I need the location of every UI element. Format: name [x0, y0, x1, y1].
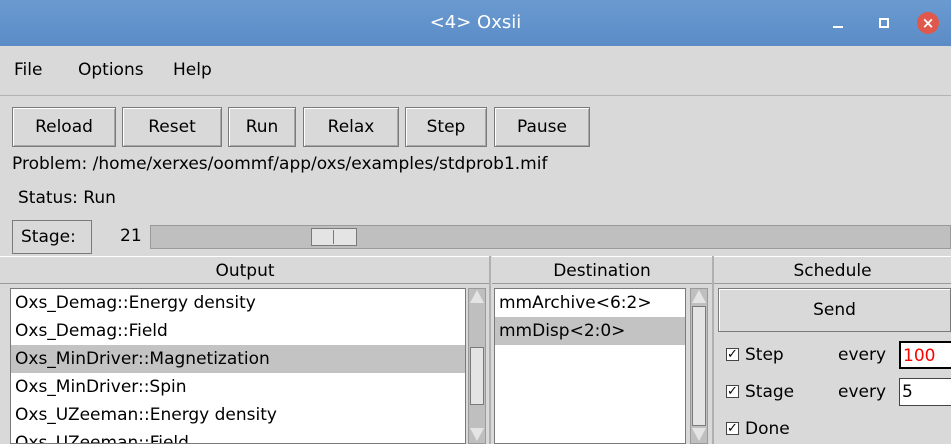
menu-bar: File Options Help	[0, 46, 951, 96]
step-schedule-row: Step	[726, 340, 784, 370]
destination-scroll-thumb[interactable]	[692, 306, 706, 426]
title-bar[interactable]: <4> Oxsii ×	[0, 0, 951, 46]
destination-scrollbar[interactable]	[690, 288, 708, 444]
list-item[interactable]: Oxs_Demag::Field	[11, 317, 465, 345]
run-button[interactable]: Run	[228, 107, 296, 147]
menu-options-label: Options	[78, 60, 144, 80]
step-every-label: every	[838, 345, 887, 365]
stage-checkbox[interactable]	[726, 377, 739, 407]
reset-button[interactable]: Reset	[122, 107, 222, 147]
done-schedule-row: Done	[726, 414, 790, 444]
output-scroll-thumb[interactable]	[470, 347, 484, 405]
scroll-up-icon[interactable]	[692, 290, 706, 304]
output-list[interactable]: Oxs_Demag::Energy density Oxs_Demag::Fie…	[10, 288, 466, 444]
output-header: Output	[0, 256, 490, 284]
menu-file-label: File	[14, 60, 43, 80]
list-item[interactable]: mmDisp<2:0>	[495, 317, 685, 345]
done-label: Done	[745, 419, 790, 439]
step-every-field[interactable]: 100	[899, 341, 951, 369]
reload-button[interactable]: Reload	[12, 107, 116, 147]
list-item[interactable]: Oxs_MinDriver::Spin	[11, 373, 465, 401]
menu-file[interactable]: File	[14, 60, 42, 80]
destination-list[interactable]: mmArchive<6:2> mmDisp<2:0>	[494, 288, 686, 444]
menu-help-label: Help	[173, 60, 212, 80]
step-button[interactable]: Step	[405, 107, 487, 147]
column-divider[interactable]	[712, 256, 714, 444]
output-scrollbar[interactable]	[468, 288, 486, 444]
schedule-header: Schedule	[714, 256, 951, 284]
list-item[interactable]: Oxs_UZeeman::Energy density	[11, 401, 465, 429]
stage-value: 21	[120, 226, 142, 246]
scroll-up-icon[interactable]	[470, 290, 484, 304]
close-button[interactable]: ×	[917, 12, 939, 34]
close-icon: ×	[921, 14, 935, 32]
step-checkbox[interactable]	[726, 340, 739, 370]
stage-every-field[interactable]: 5	[899, 378, 951, 406]
status-text: Status: Run	[18, 188, 116, 208]
problem-path: Problem: /home/xerxes/oommf/app/oxs/exam…	[12, 154, 548, 174]
stage-every-label: every	[838, 382, 887, 402]
scroll-down-icon[interactable]	[470, 428, 484, 442]
minimize-icon	[833, 26, 843, 28]
stage-slider-thumb[interactable]	[311, 228, 357, 246]
scroll-down-icon[interactable]	[692, 428, 706, 442]
list-item[interactable]: Oxs_Demag::Energy density	[11, 289, 465, 317]
window-title: <4> Oxsii	[429, 12, 522, 33]
stage-slider[interactable]	[150, 225, 951, 249]
done-checkbox[interactable]	[726, 414, 739, 444]
maximize-button[interactable]	[873, 12, 895, 34]
menu-options[interactable]: Options	[78, 60, 144, 80]
pause-button[interactable]: Pause	[494, 107, 590, 147]
step-label: Step	[745, 345, 784, 365]
stage-schedule-row: Stage	[726, 377, 794, 407]
send-button[interactable]: Send	[718, 288, 951, 332]
list-item[interactable]: Oxs_MinDriver::Magnetization	[11, 345, 465, 373]
destination-header: Destination	[492, 256, 712, 284]
menu-help[interactable]: Help	[173, 60, 212, 80]
maximize-icon	[879, 18, 889, 28]
stage-schedule-label: Stage	[745, 382, 795, 402]
list-item[interactable]: Oxs_UZeeman::Field	[11, 429, 465, 443]
relax-button[interactable]: Relax	[303, 107, 399, 147]
list-item[interactable]: mmArchive<6:2>	[495, 289, 685, 317]
column-divider[interactable]	[489, 256, 491, 444]
minimize-button[interactable]	[827, 12, 849, 34]
stage-label: Stage:	[12, 220, 92, 254]
